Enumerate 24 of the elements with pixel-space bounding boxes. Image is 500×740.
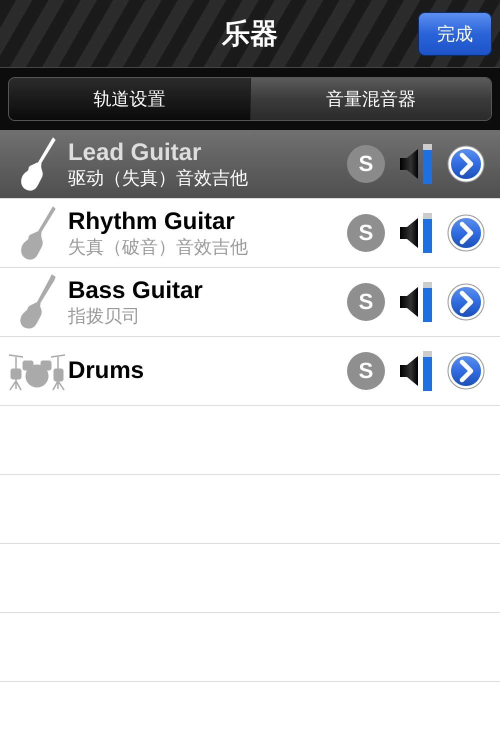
track-row[interactable]: Lead Guitar 驱动（失真）音效吉他 S [0, 130, 500, 199]
volume-meter [423, 144, 432, 184]
speaker-icon [399, 286, 419, 318]
disclosure-button[interactable] [446, 282, 486, 322]
track-name: Drums [68, 357, 146, 385]
disclosure-button[interactable] [446, 351, 486, 391]
volume-meter [423, 351, 432, 391]
track-name: Lead Guitar [68, 139, 202, 167]
disclosure-button[interactable] [446, 144, 486, 184]
disclosure-button[interactable] [446, 213, 486, 253]
track-instrument: 驱动（失真）音效吉他 [68, 167, 249, 189]
volume-meter [423, 282, 432, 322]
segment-tab[interactable]: 轨道设置 [9, 78, 250, 120]
speaker-icon [399, 217, 419, 249]
speaker-icon [399, 148, 419, 180]
screen-title: 乐器 [222, 16, 278, 50]
segment-tab[interactable]: 音量混音器 [250, 78, 491, 120]
track-instrument: 失真（破音）音效吉他 [68, 236, 249, 258]
track-name: Bass Guitar [68, 277, 204, 305]
speaker-icon [399, 355, 419, 387]
volume-meter [423, 213, 432, 253]
track-name: Rhythm Guitar [68, 208, 236, 236]
track-instrument: 指拨贝司 [68, 305, 141, 327]
done-button[interactable]: 完成 [418, 12, 492, 56]
